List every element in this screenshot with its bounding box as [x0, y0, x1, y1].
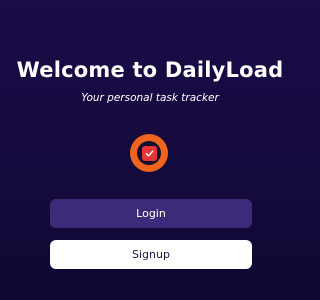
signup-button[interactable]: Signup: [50, 240, 252, 269]
welcome-screen: Welcome to DailyLoad Your personal task …: [0, 0, 300, 300]
check-mark-glyph: [145, 149, 153, 157]
app-logo: [130, 134, 168, 172]
signup-button-label: Signup: [132, 248, 170, 261]
app-subtitle: Your personal task tracker: [81, 92, 219, 104]
login-button[interactable]: Login: [50, 199, 252, 228]
logo-inner-circle: [137, 141, 161, 165]
check-icon: [141, 145, 157, 161]
app-title: Welcome to DailyLoad: [16, 58, 284, 82]
login-button-label: Login: [136, 207, 166, 220]
